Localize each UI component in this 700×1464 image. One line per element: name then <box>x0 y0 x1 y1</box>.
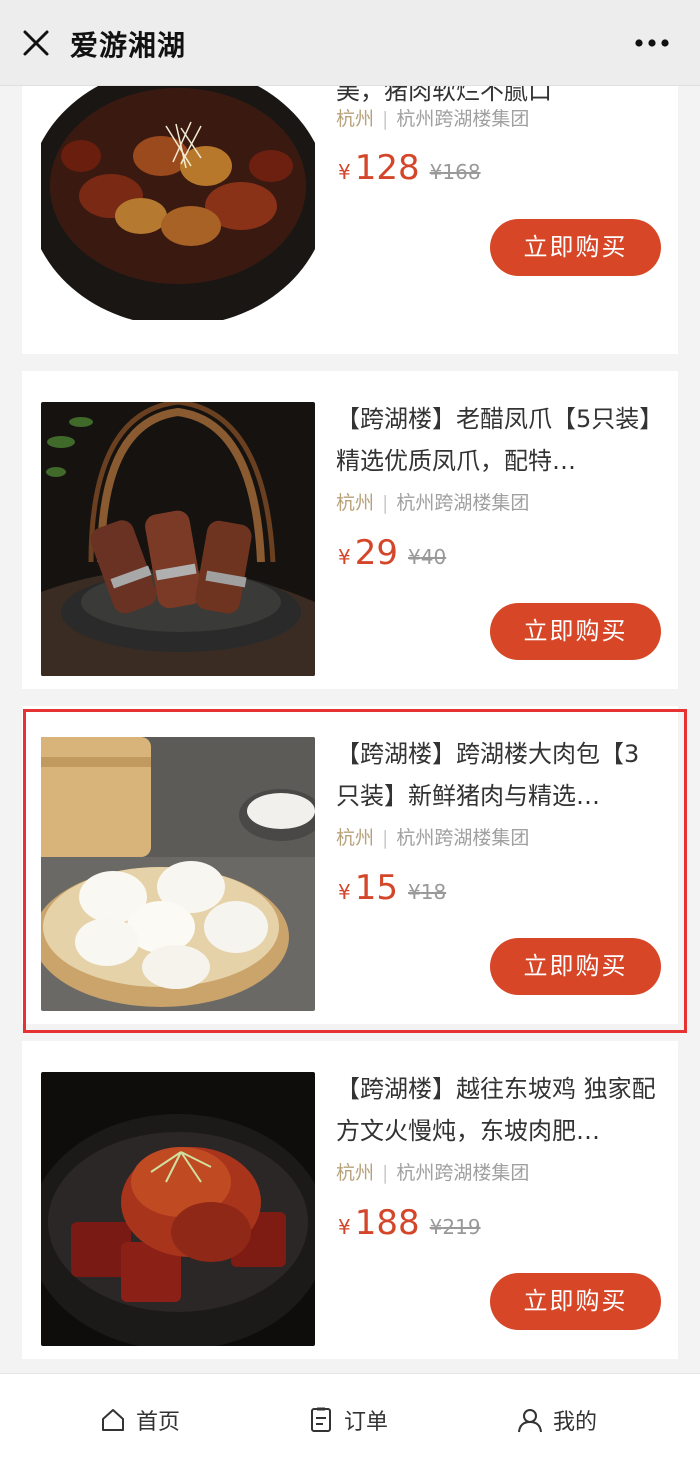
product-price: ¥29 ¥40 <box>338 533 446 573</box>
buy-now-button[interactable]: 立即购买 <box>490 603 661 660</box>
product-shop: 杭州跨湖楼集团 <box>396 827 530 849</box>
nav-profile[interactable]: 我的 <box>517 1404 597 1436</box>
currency-symbol: ¥ <box>338 880 351 904</box>
meta-separator: | <box>382 1162 389 1184</box>
product-shop: 杭州跨湖楼集团 <box>396 1162 530 1184</box>
price-value: 29 <box>354 533 398 573</box>
product-image-abalone-pork[interactable] <box>41 86 315 320</box>
product-card[interactable]: 【跨湖楼】越往东坡鸡 独家配方文火慢炖，东坡肉肥… 杭州 | 杭州跨湖楼集团 ¥18… <box>22 1041 678 1359</box>
nav-home[interactable]: 首页 <box>100 1404 180 1436</box>
price-value: 15 <box>354 868 398 908</box>
product-shop: 杭州跨湖楼集团 <box>396 108 530 130</box>
nav-profile-label: 我的 <box>553 1410 598 1435</box>
original-price: ¥18 <box>408 880 447 904</box>
product-card[interactable]: 【跨湖楼】跨湖楼大肉包【3只装】新鲜猪肉与精选… 杭州 | 杭州跨湖楼集团 ¥15 ¥… <box>22 706 678 1024</box>
nav-home-label: 首页 <box>136 1410 181 1435</box>
product-meta: 杭州 | 杭州跨湖楼集团 <box>336 823 529 850</box>
currency-symbol: ¥ <box>338 1215 351 1239</box>
product-image-steamed-buns[interactable] <box>41 737 315 1011</box>
buy-now-button[interactable]: 立即购买 <box>490 1273 661 1330</box>
product-meta: 杭州 | 杭州跨湖楼集团 <box>336 104 529 131</box>
title-bar: 爱游湘湖 <box>0 0 700 86</box>
price-value: 128 <box>354 148 420 188</box>
currency-symbol: ¥ <box>338 160 351 184</box>
product-shop: 杭州跨湖楼集团 <box>396 492 530 514</box>
product-city: 杭州 <box>336 1162 375 1184</box>
buy-now-button[interactable]: 立即购买 <box>490 219 661 276</box>
user-icon <box>518 1409 542 1433</box>
meta-separator: | <box>382 492 389 514</box>
product-description: 【跨湖楼】越往东坡鸡 独家配方文火慢炖，东坡肉肥… <box>336 1075 656 1145</box>
product-card[interactable]: 【跨湖楼】老醋凤爪【5只装】精选优质凤爪，配特… 杭州 | 杭州跨湖楼集团 ¥29 ¥… <box>22 371 678 689</box>
order-icon <box>311 1407 331 1432</box>
product-description: 【跨湖楼】跨湖楼大肉包【3只装】新鲜猪肉与精选… <box>336 740 640 810</box>
product-list[interactable]: 【跨湖楼】鲍鱼焖金蹄 鲍鱼鲜美，猪肉软烂不腻口 杭州|杭州跨湖楼集团 ¥128¥… <box>0 86 700 1373</box>
product-city: 杭州 <box>336 492 375 514</box>
product-card[interactable]: 【跨湖楼】鲍鱼焖金蹄 鲍鱼鲜美，猪肉软烂不腻口 杭州|杭州跨湖楼集团 ¥128¥… <box>22 86 678 354</box>
page-title: 爱游湘湖 <box>70 29 187 62</box>
buy-now-button[interactable]: 立即购买 <box>490 938 661 995</box>
product-city: 杭州 <box>336 827 375 849</box>
product-meta: 杭州 | 杭州跨湖楼集团 <box>336 488 529 515</box>
product-description: 【跨湖楼】老醋凤爪【5只装】精选优质凤爪，配特… <box>336 405 652 475</box>
more-icon[interactable] <box>634 29 670 57</box>
original-price: ¥219 <box>429 1215 481 1239</box>
product-price: ¥128 ¥168 <box>338 148 481 188</box>
nav-orders-label: 订单 <box>344 1410 389 1435</box>
currency-symbol: ¥ <box>338 545 351 569</box>
meta-separator: | <box>382 108 389 130</box>
product-price: ¥15 ¥18 <box>338 868 446 908</box>
original-price: ¥40 <box>408 545 447 569</box>
product-price: ¥188 ¥219 <box>338 1203 481 1243</box>
close-icon[interactable] <box>20 27 52 59</box>
original-price: ¥168 <box>429 160 481 184</box>
bottom-nav: 首页 订单 我的 <box>0 1373 700 1464</box>
meta-separator: | <box>382 827 389 849</box>
nav-orders[interactable]: 订单 <box>308 1404 388 1436</box>
price-value: 188 <box>354 1203 420 1243</box>
product-image-dongpo-chicken[interactable] <box>41 1072 315 1346</box>
home-icon <box>102 1409 124 1431</box>
product-city: 杭州 <box>336 108 375 130</box>
product-meta: 杭州 | 杭州跨湖楼集团 <box>336 1158 529 1185</box>
product-image-vinegar-chicken-feet[interactable] <box>41 402 315 676</box>
